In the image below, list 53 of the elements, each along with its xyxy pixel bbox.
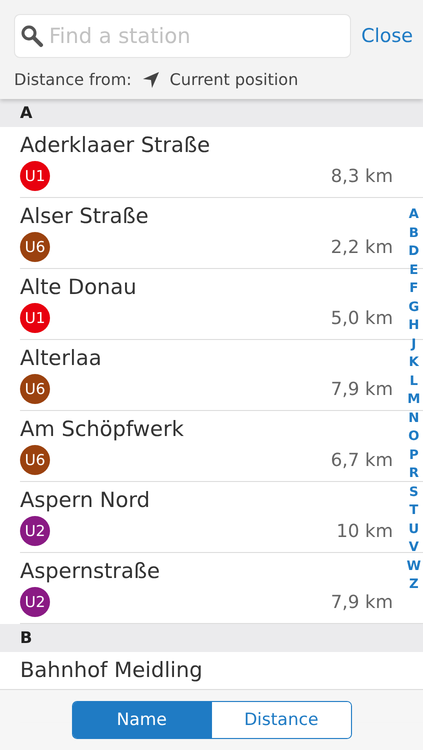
station-distance: 2,2 km	[330, 236, 393, 258]
station-name[interactable]: Alte Donau	[20, 275, 393, 299]
section-header: B	[0, 624, 423, 652]
index-letter[interactable]: W	[406, 558, 421, 576]
index-letter[interactable]: B	[408, 224, 419, 243]
station-distance: 5,0 km	[330, 308, 393, 328]
station-name[interactable]: Am Schöpfwerk	[20, 417, 393, 441]
station-distance: 7,9 km	[330, 592, 393, 612]
station-name[interactable]: Bahnhof Meidling	[20, 658, 393, 682]
index-letter[interactable]: K	[408, 354, 419, 372]
station-name[interactable]: Alser Straße	[20, 204, 393, 228]
sort-tab[interactable]: Distance	[211, 702, 350, 738]
station-name[interactable]: Aspern Nord	[20, 488, 393, 512]
station-name[interactable]: Aspernstraße	[20, 559, 393, 583]
index-letter[interactable]: V	[408, 539, 419, 558]
station-name[interactable]: Alterlaa	[20, 346, 393, 370]
position-link[interactable]: Current position	[170, 70, 298, 89]
station-distance: 10 km	[336, 520, 393, 542]
index-letter[interactable]: G	[408, 298, 420, 317]
index-letter[interactable]: R	[408, 465, 419, 484]
index-letter[interactable]: A	[408, 206, 419, 224]
index-letter[interactable]: N	[408, 410, 420, 428]
sort-tab[interactable]: Name	[72, 702, 211, 738]
index-letter[interactable]: M	[407, 391, 420, 410]
line-badge: U1	[20, 161, 50, 191]
station-distance: 8,3 km	[330, 166, 393, 186]
line-badge: U6	[20, 232, 50, 262]
station-name[interactable]: Aderklaaer Straße	[20, 133, 393, 157]
close-button[interactable]: Close	[361, 25, 423, 47]
section-header: A	[0, 99, 423, 127]
index-letter[interactable]: P	[409, 446, 419, 465]
line-badge: U6	[20, 374, 50, 404]
index-letter[interactable]: L	[410, 372, 418, 391]
index-letter[interactable]: S	[409, 484, 419, 502]
location-arrow-icon	[142, 70, 160, 88]
line-badge: U2	[20, 587, 50, 617]
index-letter[interactable]: E	[409, 262, 418, 280]
index-letter[interactable]: F	[409, 280, 418, 298]
station-distance: 6,7 km	[330, 450, 393, 470]
line-badge: U1	[20, 303, 50, 333]
index-letter[interactable]: D	[408, 243, 420, 262]
index-letter[interactable]: H	[408, 317, 420, 336]
line-badge: U2	[20, 516, 50, 546]
station-distance: 7,9 km	[330, 378, 393, 400]
index-letter[interactable]: T	[409, 502, 418, 520]
index-letter[interactable]: Z	[409, 576, 419, 594]
index-letter[interactable]: J	[411, 336, 416, 354]
line-badge: U6	[20, 445, 50, 475]
index-letter[interactable]: U	[408, 520, 420, 539]
distance-label: Distance from:	[14, 70, 132, 89]
search-icon	[20, 24, 44, 48]
search-field[interactable]: Find a station	[14, 14, 352, 58]
index-letter[interactable]: O	[408, 428, 420, 446]
